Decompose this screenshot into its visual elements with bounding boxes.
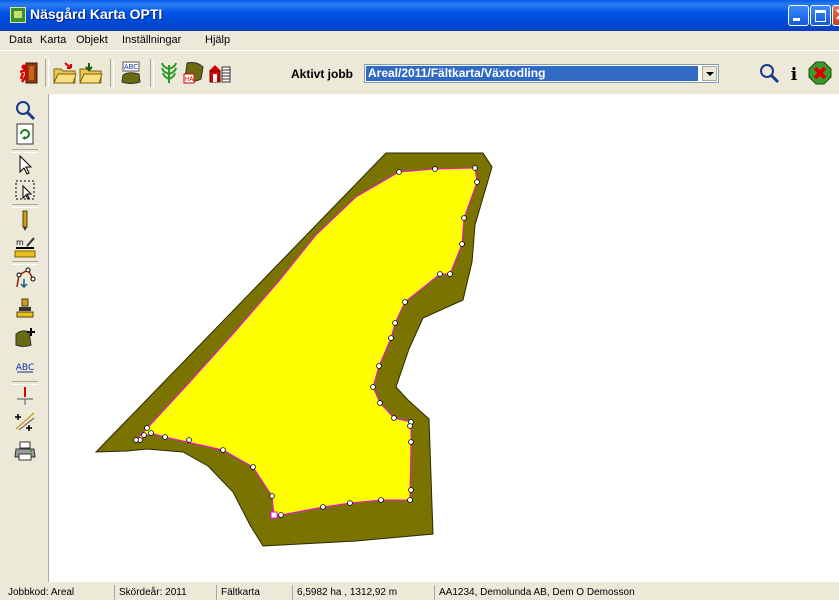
vertex-handle[interactable] xyxy=(388,335,394,341)
toolbar-separator xyxy=(150,59,154,87)
vertex-handle[interactable] xyxy=(347,500,353,506)
measure-icon-text: m xyxy=(16,238,24,247)
abc-icon-text: ABC xyxy=(124,63,138,71)
print-icon[interactable] xyxy=(14,440,36,462)
abc-labels-icon[interactable]: ABC xyxy=(119,61,143,85)
vertex-handle[interactable] xyxy=(396,169,402,175)
crop-icon[interactable] xyxy=(157,61,181,85)
stop-icon[interactable] xyxy=(808,61,832,85)
vertex-handle[interactable] xyxy=(408,439,414,445)
exit-icon[interactable] xyxy=(17,61,41,85)
abc-text-icon[interactable]: ABC xyxy=(14,356,36,378)
info-icon-text: i xyxy=(791,65,798,85)
vertex-handle[interactable] xyxy=(148,430,154,436)
active-job-value: Areal/2011/Fältkarta/Växtodling xyxy=(366,66,698,81)
split-line-icon[interactable] xyxy=(14,385,36,407)
vertex-handle[interactable] xyxy=(162,434,168,440)
status-kartyp: Fältkarta xyxy=(216,585,292,600)
selected-vertex-handle[interactable] xyxy=(270,511,278,519)
pointer-icon[interactable] xyxy=(14,154,36,176)
stamp-icon[interactable] xyxy=(14,297,36,319)
vertex-handle[interactable] xyxy=(472,165,478,171)
status-area: 6,5982 ha , 1312,92 m xyxy=(292,585,434,600)
select-area-icon[interactable] xyxy=(14,179,36,201)
vertex-handle[interactable] xyxy=(447,271,453,277)
status-jobbkod: Jobbkod: Areal xyxy=(8,587,75,598)
toolbar-separator xyxy=(45,59,49,87)
vertex-handle[interactable] xyxy=(378,497,384,503)
toolbar-separator xyxy=(12,204,38,208)
chevron-down-icon[interactable] xyxy=(702,66,717,81)
vertex-handle[interactable] xyxy=(133,437,139,443)
active-job-label: Aktivt jobb xyxy=(291,67,353,81)
vertex-handle[interactable] xyxy=(402,299,408,305)
vertex-handle[interactable] xyxy=(320,504,326,510)
field-map[interactable] xyxy=(49,94,839,582)
vertex-handle[interactable] xyxy=(278,512,284,518)
main-toolbar: ABC HA Aktivt jobb Areal/2011/Fältkarta/… xyxy=(0,50,839,95)
left-toolbar: m ABC xyxy=(0,94,48,582)
menu-bar: Data Karta Objekt Inställningar Hjälp xyxy=(0,31,839,50)
vertex-handle[interactable] xyxy=(461,215,467,221)
window-title: Näsgård Karta OPTI xyxy=(30,6,163,22)
vertex-handle[interactable] xyxy=(391,415,397,421)
split-area-icon[interactable] xyxy=(14,410,36,432)
pen-icon[interactable] xyxy=(14,210,36,232)
vertex-handle[interactable] xyxy=(408,487,414,493)
toolbar-separator xyxy=(12,261,38,265)
info-icon[interactable]: i xyxy=(782,61,806,85)
minimize-button[interactable] xyxy=(788,5,809,26)
vertex-handle[interactable] xyxy=(459,241,465,247)
search-icon[interactable] xyxy=(757,61,781,85)
vertex-handle[interactable] xyxy=(377,400,383,406)
vertex-handle[interactable] xyxy=(392,320,398,326)
vertex-handle[interactable] xyxy=(144,425,150,431)
menu-objekt[interactable]: Objekt xyxy=(76,34,108,46)
refresh-icon[interactable] xyxy=(14,123,36,145)
menu-installningar[interactable]: Inställningar xyxy=(122,34,181,46)
folder-import-icon[interactable] xyxy=(79,61,103,85)
map-canvas[interactable] xyxy=(48,94,839,582)
menu-karta[interactable]: Karta xyxy=(40,34,66,46)
status-skordear: Skördeår: 2011 xyxy=(114,585,216,600)
edit-nodes-icon[interactable] xyxy=(14,267,36,289)
farm-icon[interactable] xyxy=(208,61,232,85)
active-job-select[interactable]: Areal/2011/Fältkarta/Växtodling xyxy=(364,64,719,83)
vertex-handle[interactable] xyxy=(407,423,413,429)
vertex-handle[interactable] xyxy=(474,179,480,185)
vertex-handle[interactable] xyxy=(437,271,443,277)
measure-icon[interactable]: m xyxy=(14,236,36,258)
ha-icon-text: HA xyxy=(185,76,195,83)
field-area-icon[interactable]: HA xyxy=(182,61,206,85)
menu-data[interactable]: Data xyxy=(9,34,32,46)
app-icon xyxy=(10,7,26,23)
vertex-handle[interactable] xyxy=(370,384,376,390)
vertex-handle[interactable] xyxy=(407,497,413,503)
vertex-handle[interactable] xyxy=(220,447,226,453)
vertex-handle[interactable] xyxy=(186,437,192,443)
close-button[interactable] xyxy=(832,4,839,26)
vertex-handle[interactable] xyxy=(250,464,256,470)
toolbar-separator xyxy=(12,149,38,153)
toolbar-separator xyxy=(110,59,114,87)
maximize-button[interactable] xyxy=(810,5,831,26)
vertex-handle[interactable] xyxy=(269,493,275,499)
status-owner: AA1234, Demolunda AB, Dem O Demosson xyxy=(434,585,839,600)
vertex-handle[interactable] xyxy=(141,432,147,438)
add-field-icon[interactable] xyxy=(14,326,36,348)
vertex-handle[interactable] xyxy=(432,166,438,172)
status-bar: Jobbkod: Areal Skördeår: 2011 Fältkarta … xyxy=(0,584,839,600)
folder-export-icon[interactable] xyxy=(53,61,77,85)
title-bar: Näsgård Karta OPTI xyxy=(0,0,839,31)
menu-hjalp[interactable]: Hjälp xyxy=(205,34,230,46)
vertex-handle[interactable] xyxy=(376,363,382,369)
zoom-icon[interactable] xyxy=(14,99,36,121)
